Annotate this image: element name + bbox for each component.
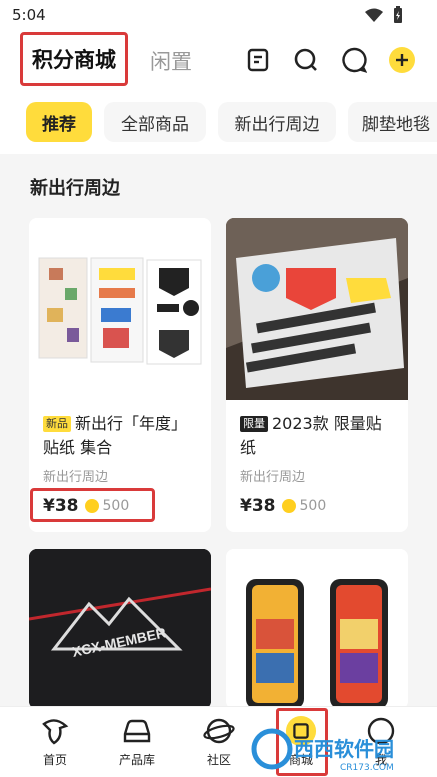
- nav-community[interactable]: 社区: [184, 715, 254, 768]
- battery-icon: [394, 6, 402, 23]
- status-time: 5:04: [12, 6, 46, 24]
- product-image: [226, 218, 408, 400]
- category-chips: 推荐 全部商品 新出行周边 脚垫地毯: [0, 92, 437, 154]
- nav-product-library[interactable]: 产品库: [102, 715, 172, 768]
- chip-mats[interactable]: 脚垫地毯: [348, 102, 437, 142]
- nav-label: 首页: [42, 753, 67, 767]
- nav-label: 社区: [206, 753, 231, 767]
- product-card-member[interactable]: XCX-MEMBER: [29, 549, 211, 709]
- chat-icon[interactable]: [340, 46, 368, 74]
- coin-icon: [281, 499, 296, 513]
- product-price: ¥38: [240, 496, 276, 516]
- sticker-collection-image: [38, 257, 202, 365]
- product-card-limited-stickers[interactable]: 限量 2023款 限量贴纸 新出行周边 ¥38 500: [226, 218, 408, 532]
- price-row: ¥38 500: [240, 496, 326, 516]
- car-icon: [121, 715, 153, 747]
- product-image: [226, 549, 408, 709]
- svg-text:西西软件园: 西西软件园: [294, 737, 394, 761]
- member-patch-image: XCX-MEMBER: [29, 549, 211, 709]
- wifi-icon: [365, 8, 383, 22]
- product-points: 500: [299, 498, 327, 514]
- product-title: 新品 新出行「年度」贴纸 集合: [29, 412, 211, 460]
- status-icons: [365, 6, 403, 24]
- chip-recommend[interactable]: 推荐: [26, 102, 92, 142]
- list-icon[interactable]: [244, 46, 272, 74]
- phone-case-image: [246, 579, 388, 709]
- add-icon[interactable]: [388, 46, 416, 74]
- product-card-stickers[interactable]: 新品 新出行「年度」贴纸 集合 新出行周边 ¥38 500: [29, 218, 211, 532]
- product-image: [29, 218, 211, 400]
- product-image: XCX-MEMBER: [29, 549, 211, 709]
- tab-points-mall[interactable]: 积分商城: [20, 32, 128, 86]
- chip-new-travel[interactable]: 新出行周边: [218, 102, 336, 142]
- status-bar: 5:04: [0, 0, 437, 32]
- product-title: 限量 2023款 限量贴纸: [226, 412, 408, 460]
- chip-all-products[interactable]: 全部商品: [104, 102, 206, 142]
- product-category: 新出行周边: [43, 470, 109, 485]
- home-icon: [39, 715, 71, 747]
- search-icon[interactable]: [292, 46, 320, 74]
- svg-text:CR173.COM: CR173.COM: [340, 763, 394, 772]
- product-category: 新出行周边: [240, 470, 306, 485]
- product-card-phone-case[interactable]: [226, 549, 408, 709]
- price-highlight-box: [30, 488, 155, 522]
- tab-second-hand[interactable]: 闲置: [150, 46, 192, 76]
- nav-home[interactable]: 首页: [20, 715, 90, 768]
- limited-sticker-image: [226, 218, 408, 400]
- planet-icon: [203, 715, 235, 747]
- nav-label: 产品库: [118, 753, 155, 767]
- limited-badge: 限量: [240, 416, 268, 432]
- new-badge: 新品: [43, 416, 71, 432]
- top-header: 积分商城 闲置: [0, 32, 437, 92]
- section-title: 新出行周边: [30, 178, 120, 199]
- watermark-logo: 西西软件园 CR173.COM: [251, 728, 394, 772]
